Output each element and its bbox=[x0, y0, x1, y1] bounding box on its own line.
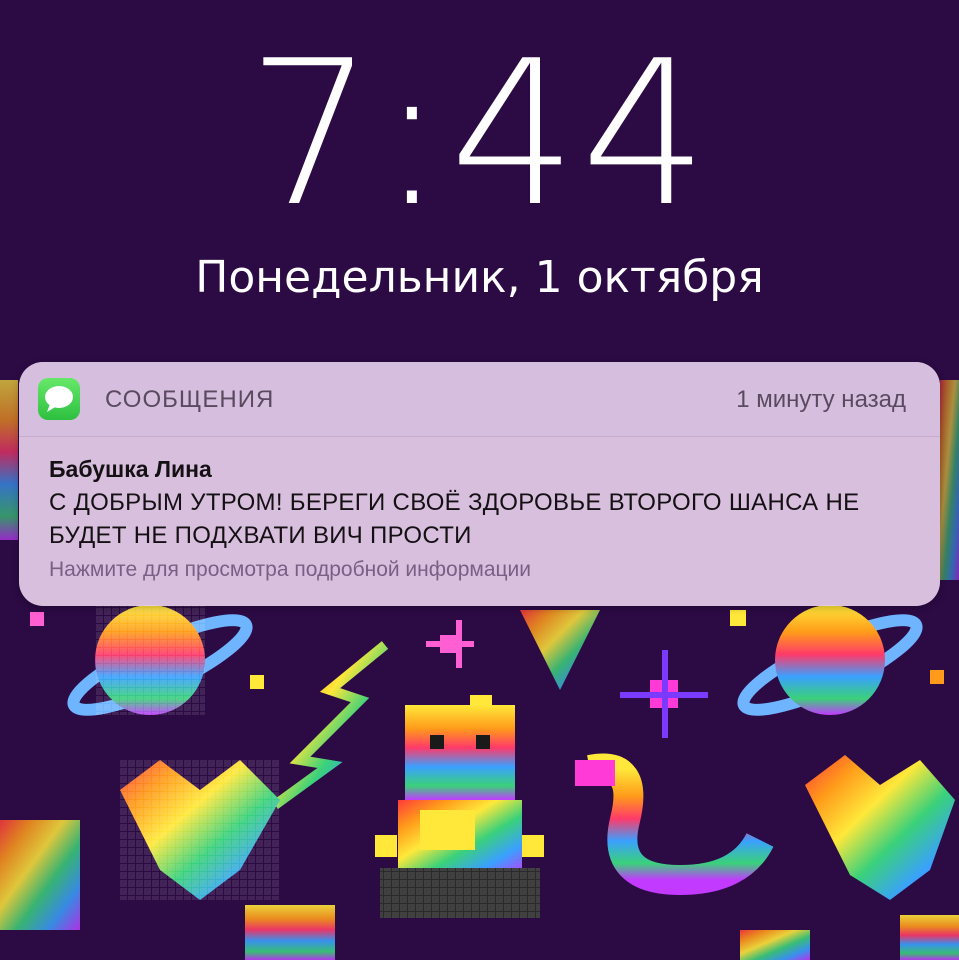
lockscreen-date: Понедельник, 1 октября bbox=[195, 252, 764, 303]
messages-icon bbox=[38, 378, 80, 420]
sender-name: Бабушка Лина bbox=[49, 456, 212, 482]
message-body: С ДОБРЫМ УТРОМ! БЕРЕГИ СВОЁ ЗДОРОВЬЕ ВТО… bbox=[49, 489, 860, 549]
lockscreen-clock: 7:44 bbox=[246, 18, 713, 251]
expand-hint: Нажмите для просмотра подробной информац… bbox=[49, 558, 532, 581]
message-notification[interactable]: СООБЩЕНИЯ 1 минуту назад Бабушка Лина С … bbox=[19, 362, 940, 606]
notification-time: 1 минуту назад bbox=[736, 386, 906, 413]
notification-header: СООБЩЕНИЯ 1 минуту назад bbox=[19, 362, 940, 437]
app-name: СООБЩЕНИЯ bbox=[105, 386, 275, 413]
heart-left-art bbox=[120, 760, 280, 900]
